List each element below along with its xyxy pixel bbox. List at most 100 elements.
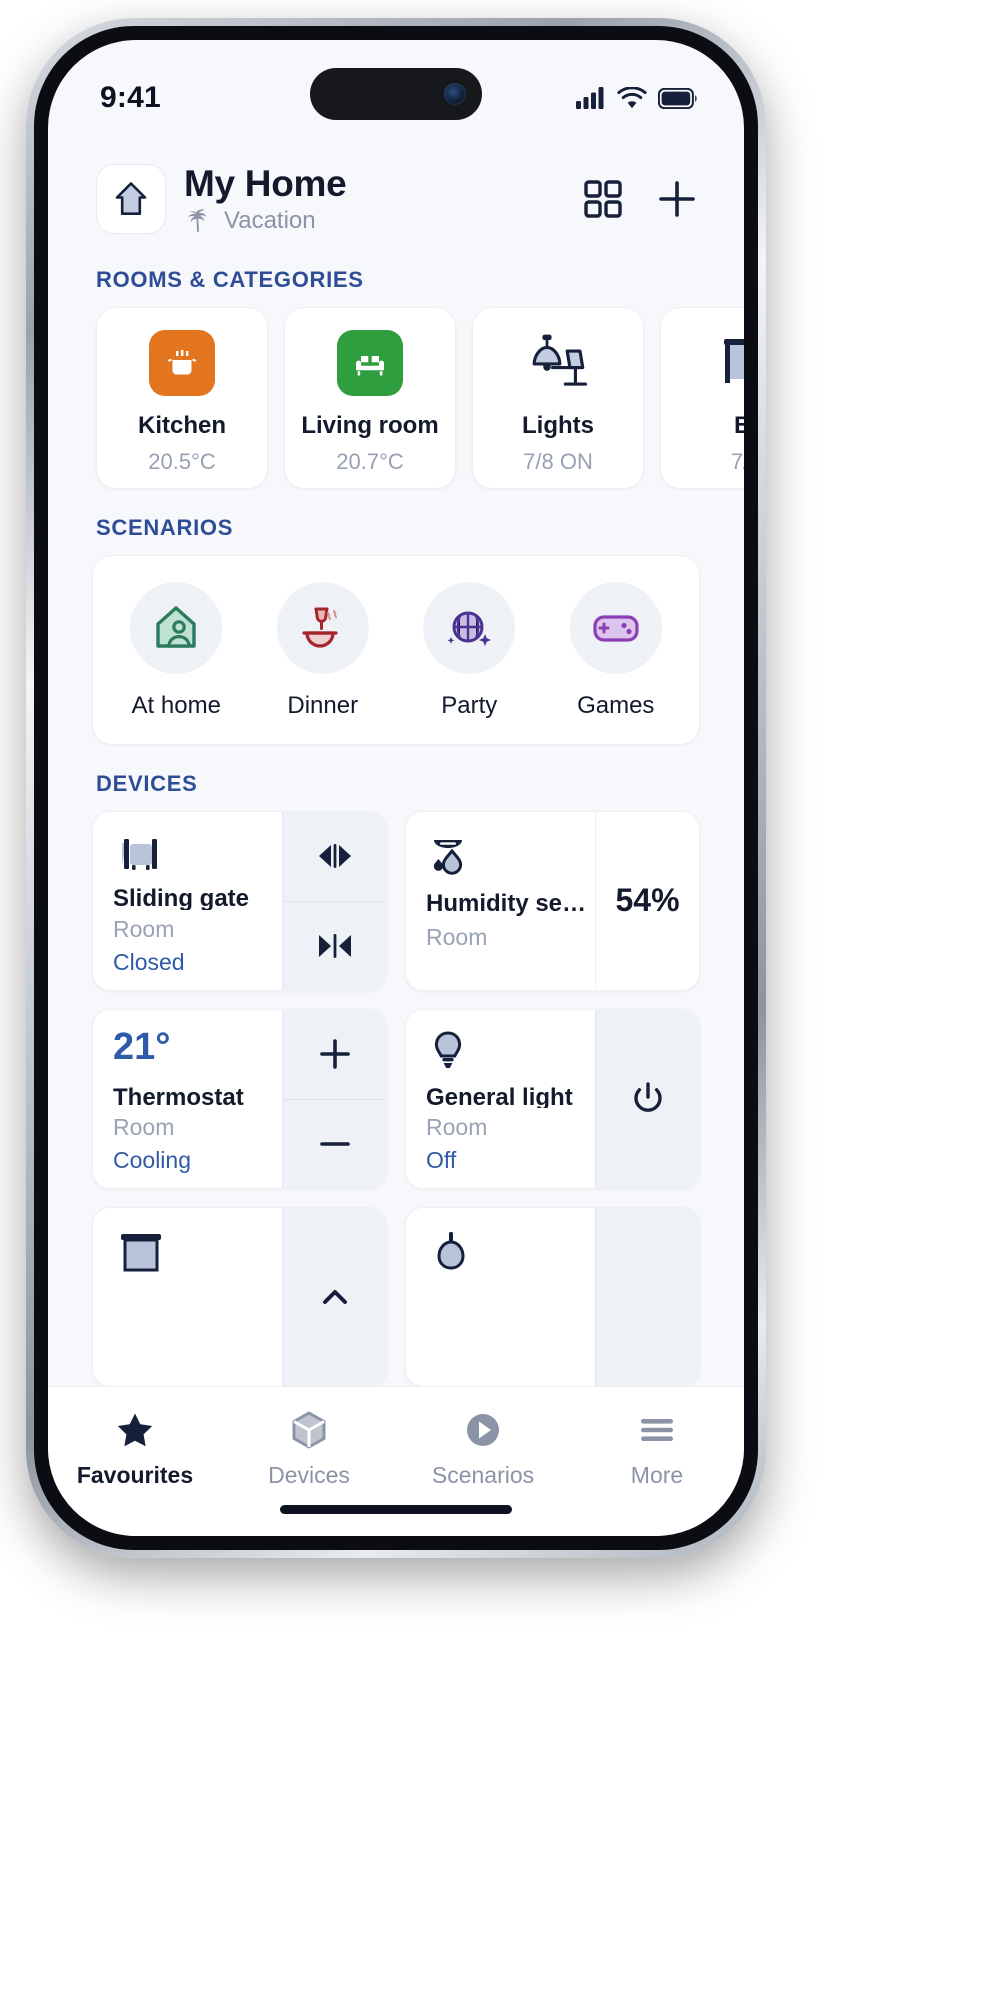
tab-label: Favourites: [76, 1462, 194, 1488]
device-readout: 54%: [595, 811, 699, 990]
plus-icon[interactable]: [283, 1010, 386, 1099]
scenario-label: Party: [441, 691, 498, 719]
humidity-sensor-icon: [426, 830, 595, 884]
tab-devices[interactable]: Devices: [222, 1409, 396, 1489]
power-icon[interactable]: [596, 1010, 699, 1188]
device-controls[interactable]: [595, 1207, 699, 1386]
scenario-dinner[interactable]: Dinner: [255, 581, 391, 720]
scenarios-panel: At home Dinner Party Games: [92, 554, 700, 745]
device-info: General light Room Off: [406, 1010, 595, 1188]
device-card-general-light[interactable]: General light Room Off: [405, 1008, 700, 1189]
device-controls: [282, 811, 386, 990]
roller-blind-icon: [113, 1226, 282, 1280]
device-card-sliding-gate[interactable]: Sliding gate Room Closed: [92, 810, 387, 991]
room-name: Lights: [522, 411, 594, 439]
device-controls: [282, 1009, 386, 1188]
tab-favourites[interactable]: Favourites: [48, 1409, 222, 1489]
home-identity[interactable]: My Home Vacation: [96, 163, 347, 235]
cube-icon: [292, 1411, 326, 1449]
home-mode: Vacation: [184, 207, 346, 235]
scenarios-section-title: SCENARIOS: [96, 514, 234, 540]
pendant-lamp-icon: [525, 330, 591, 396]
room-card-blinds[interactable]: Bl 7/8: [660, 306, 744, 489]
grid-view-icon[interactable]: [582, 178, 624, 220]
device-info: Sliding gate Room Closed: [93, 812, 282, 990]
status-indicators: [576, 87, 698, 109]
device-info: Humidity sen... Room: [406, 812, 595, 990]
minus-icon[interactable]: [283, 1098, 386, 1188]
wine-dish-icon: [276, 581, 369, 674]
device-info: [93, 1208, 282, 1386]
home-icon-badge[interactable]: [96, 164, 166, 235]
phone-frame: 9:41 My Home Vacation ROOMS & CATEGORIES…: [26, 18, 766, 1558]
person-house-icon: [130, 581, 223, 674]
tab-label: More: [630, 1462, 684, 1488]
room-card-kitchen[interactable]: Kitchen 20.5°C: [96, 306, 268, 489]
app-header: My Home Vacation: [48, 136, 744, 241]
open-arrows-icon[interactable]: [283, 812, 386, 901]
device-controls: [282, 1207, 386, 1386]
floor-lamp-icon: [426, 1226, 595, 1280]
scenario-label: Dinner: [287, 691, 359, 719]
front-camera-icon: [444, 83, 466, 105]
device-name: Humidity sen...: [426, 889, 595, 917]
battery-icon: [658, 87, 697, 109]
wifi-icon: [617, 87, 647, 109]
room-value: 20.7°C: [336, 448, 404, 474]
sofa-icon: [337, 329, 403, 396]
rooms-carousel[interactable]: Kitchen 20.5°C Living room 20.7°C Lights…: [48, 306, 744, 489]
cooking-pot-icon: [149, 329, 215, 396]
status-time: 9:41: [100, 81, 161, 114]
screenshot-root: 9:41 My Home Vacation ROOMS & CATEGORIES…: [0, 0, 992, 2000]
gamepad-icon: [569, 581, 662, 674]
device-state: Cooling: [113, 1146, 191, 1173]
scenario-party[interactable]: Party: [401, 581, 537, 720]
room-card-lights[interactable]: Lights 7/8 ON: [472, 306, 644, 489]
device-card-floor-lamp[interactable]: [405, 1206, 700, 1387]
sliding-gate-icon: [113, 830, 282, 879]
close-arrows-icon[interactable]: [283, 900, 386, 990]
plus-icon[interactable]: [654, 176, 700, 222]
tab-more[interactable]: More: [570, 1409, 744, 1489]
devices-grid: Sliding gate Room Closed Humidity sen...…: [48, 810, 744, 1387]
device-info: [406, 1208, 595, 1386]
home-indicator[interactable]: [280, 1505, 512, 1514]
room-card-living-room[interactable]: Living room 20.7°C: [284, 306, 456, 489]
device-card-humidity-sensor[interactable]: Humidity sen... Room 54%: [405, 810, 700, 991]
tab-label: Scenarios: [431, 1462, 535, 1488]
signal-bars-icon: [576, 87, 604, 109]
device-state: Closed: [113, 948, 185, 975]
scenario-at-home[interactable]: At home: [108, 581, 244, 720]
device-name: General light: [426, 1083, 573, 1108]
scenario-games[interactable]: Games: [548, 581, 684, 720]
phone-bezel: 9:41 My Home Vacation ROOMS & CATEGORIES…: [34, 26, 758, 1550]
tab-scenarios[interactable]: Scenarios: [396, 1409, 570, 1489]
device-name: Thermostat: [113, 1083, 244, 1108]
device-controls: [595, 1009, 699, 1188]
device-room: Room: [426, 923, 488, 950]
device-card-thermostat[interactable]: 21° Thermostat Room Cooling: [92, 1008, 387, 1189]
home-icon: [115, 182, 147, 216]
scenario-label: Games: [577, 691, 655, 719]
room-name: Bl: [734, 411, 744, 439]
status-bar: 9:41: [48, 40, 744, 136]
page-title: My Home: [184, 163, 347, 204]
devices-section-title: DEVICES: [96, 770, 198, 796]
palm-tree-icon: [188, 209, 207, 232]
room-value: 7/8: [730, 448, 744, 474]
device-room: Room: [113, 1113, 175, 1140]
device-info: 21° Thermostat Room Cooling: [93, 1010, 282, 1188]
rooms-section-title: ROOMS & CATEGORIES: [96, 266, 364, 292]
room-name: Kitchen: [137, 411, 226, 439]
home-title-group: My Home Vacation: [184, 163, 347, 235]
room-value: 20.5°C: [148, 448, 216, 474]
chevron-up-icon[interactable]: [283, 1208, 386, 1386]
bottom-tab-bar: Favourites Devices Scenarios More: [48, 1386, 744, 1536]
dynamic-island: [310, 68, 482, 120]
play-icon: [467, 1414, 499, 1446]
content-scroll-area[interactable]: ROOMS & CATEGORIES Kitchen 20.5°C Living…: [48, 241, 744, 1461]
scenario-label: At home: [131, 691, 221, 719]
device-card-roller-blind[interactable]: [92, 1206, 387, 1387]
device-name: Sliding gate: [113, 884, 250, 910]
light-bulb-icon: [426, 1028, 595, 1078]
